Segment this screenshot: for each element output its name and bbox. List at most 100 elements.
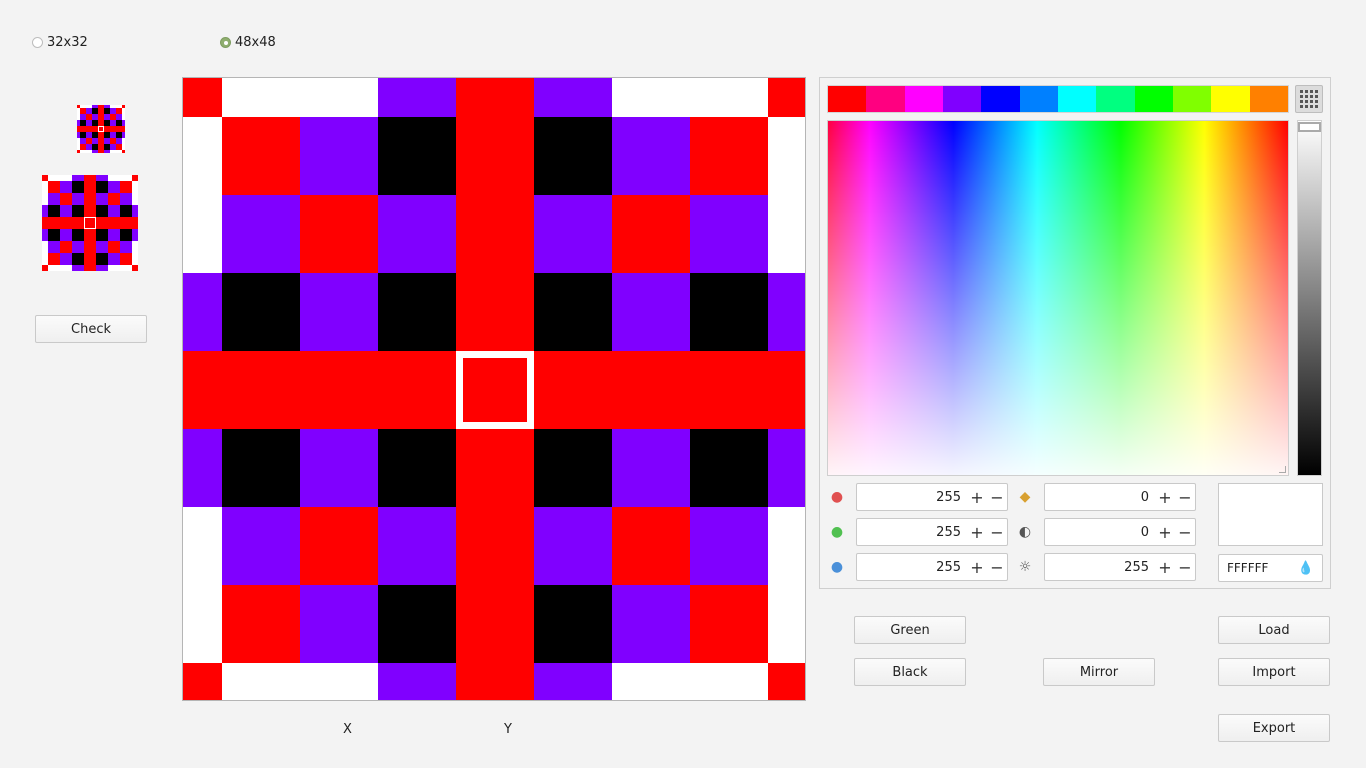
pixel-block (132, 265, 138, 271)
pixel-block (378, 195, 456, 273)
pixel-block (108, 241, 120, 253)
pixel-block (222, 273, 300, 351)
pixel-block (534, 273, 612, 351)
pixel-block (612, 195, 690, 273)
pixel-block (378, 117, 456, 195)
color-swatch[interactable] (1172, 86, 1212, 112)
size-radio-32x32[interactable]: 32x32 (32, 35, 88, 50)
color-swatch[interactable] (866, 86, 905, 112)
value-spinbox[interactable]: 255 + − (1044, 553, 1196, 581)
size-radio-label: 48x48 (235, 35, 276, 50)
size-radio-48x48[interactable]: 48x48 (220, 35, 276, 50)
plus-icon[interactable]: + (1155, 558, 1175, 577)
import-button[interactable]: Import (1218, 658, 1330, 686)
mirror-button[interactable]: Mirror (1043, 658, 1155, 686)
pixel-block (60, 241, 72, 253)
pixel-block (108, 229, 120, 241)
hue-spinbox[interactable]: 0 + − (1044, 483, 1196, 511)
pixel-block (48, 241, 60, 253)
pixel-block (72, 253, 84, 265)
pixel-block (48, 193, 60, 205)
color-swatch[interactable] (1096, 86, 1135, 112)
color-swatch[interactable] (1211, 86, 1250, 112)
pixel-block (300, 585, 378, 663)
pixel-block (612, 117, 690, 195)
green-button[interactable]: Green (854, 616, 966, 644)
pixel-block (612, 507, 690, 585)
pixel-block (108, 253, 120, 265)
basic-color-swatches (827, 85, 1289, 113)
minus-icon[interactable]: − (1175, 488, 1195, 507)
value-value: 255 (1124, 559, 1149, 575)
color-swatch[interactable] (904, 86, 943, 112)
pixel-block (48, 229, 60, 241)
pixel-block (108, 181, 120, 193)
pixel-block (77, 150, 80, 153)
pixel-block (378, 273, 456, 351)
pixel-block (72, 229, 84, 241)
minus-icon[interactable]: − (987, 523, 1007, 542)
value-slider-handle[interactable] (1298, 122, 1321, 132)
red-spinbox[interactable]: 255 + − (856, 483, 1008, 511)
check-button[interactable]: Check (35, 315, 147, 343)
pixel-canvas[interactable] (182, 77, 806, 701)
pixel-block (378, 429, 456, 507)
blue-spinbox[interactable]: 255 + − (856, 553, 1008, 581)
green-spinbox[interactable]: 255 + − (856, 518, 1008, 546)
hex-input[interactable]: FFFFFF 💧 (1218, 554, 1323, 582)
pixel-block (378, 78, 456, 117)
resize-grip-icon (1279, 466, 1286, 473)
pixel-block (690, 429, 768, 507)
palette-grid-icon[interactable] (1295, 85, 1323, 113)
pixel-block (222, 117, 300, 195)
pixel-block (120, 229, 132, 241)
pixel-block (120, 193, 132, 205)
color-swatch[interactable] (1249, 86, 1288, 112)
pixel-block (132, 205, 138, 217)
pixel-block (120, 181, 132, 193)
plus-icon[interactable]: + (967, 523, 987, 542)
color-picker-panel: ● 255 + − ● 255 + − ● 255 + − ◆ 0 + − ◐ … (819, 77, 1331, 589)
color-swatch[interactable] (828, 86, 867, 112)
pixel-block (690, 507, 768, 585)
pixel-block (96, 265, 108, 271)
pixel-block (48, 205, 60, 217)
pixel-block (60, 205, 72, 217)
plus-icon[interactable]: + (1155, 523, 1175, 542)
pixel-block (72, 265, 84, 271)
minus-icon[interactable]: − (987, 488, 1007, 507)
pixel-block (534, 507, 612, 585)
color-swatch[interactable] (1019, 86, 1058, 112)
minus-icon[interactable]: − (987, 558, 1007, 577)
load-button[interactable]: Load (1218, 616, 1330, 644)
radio-indicator (220, 37, 231, 48)
export-button[interactable]: Export (1218, 714, 1330, 742)
eyedropper-icon[interactable]: 💧 (1298, 561, 1314, 576)
saturation-spinbox[interactable]: 0 + − (1044, 518, 1196, 546)
pixel-block (72, 241, 84, 253)
pixel-block (96, 181, 108, 193)
saturation-value: 0 (1140, 524, 1149, 540)
plus-icon[interactable]: + (1155, 488, 1175, 507)
x-coordinate-label: X (343, 722, 352, 737)
minus-icon[interactable]: − (1175, 558, 1195, 577)
color-swatch[interactable] (1134, 86, 1173, 112)
pixel-block (300, 273, 378, 351)
black-button[interactable]: Black (854, 658, 966, 686)
value-slider[interactable] (1297, 120, 1322, 476)
pixel-block (120, 253, 132, 265)
plus-icon[interactable]: + (967, 488, 987, 507)
color-swatch[interactable] (1057, 86, 1097, 112)
minus-icon[interactable]: − (1175, 523, 1195, 542)
pixel-block (222, 195, 300, 273)
plus-icon[interactable]: + (967, 558, 987, 577)
pixel-block (72, 193, 84, 205)
pixel-block (120, 205, 132, 217)
color-swatch[interactable] (981, 86, 1020, 112)
blue-drop-icon: ● (830, 559, 844, 575)
color-swatch[interactable] (942, 86, 982, 112)
color-spectrum[interactable] (827, 120, 1289, 476)
pixel-block (768, 78, 805, 117)
hex-value: FFFFFF (1227, 561, 1269, 575)
pixel-block (108, 193, 120, 205)
